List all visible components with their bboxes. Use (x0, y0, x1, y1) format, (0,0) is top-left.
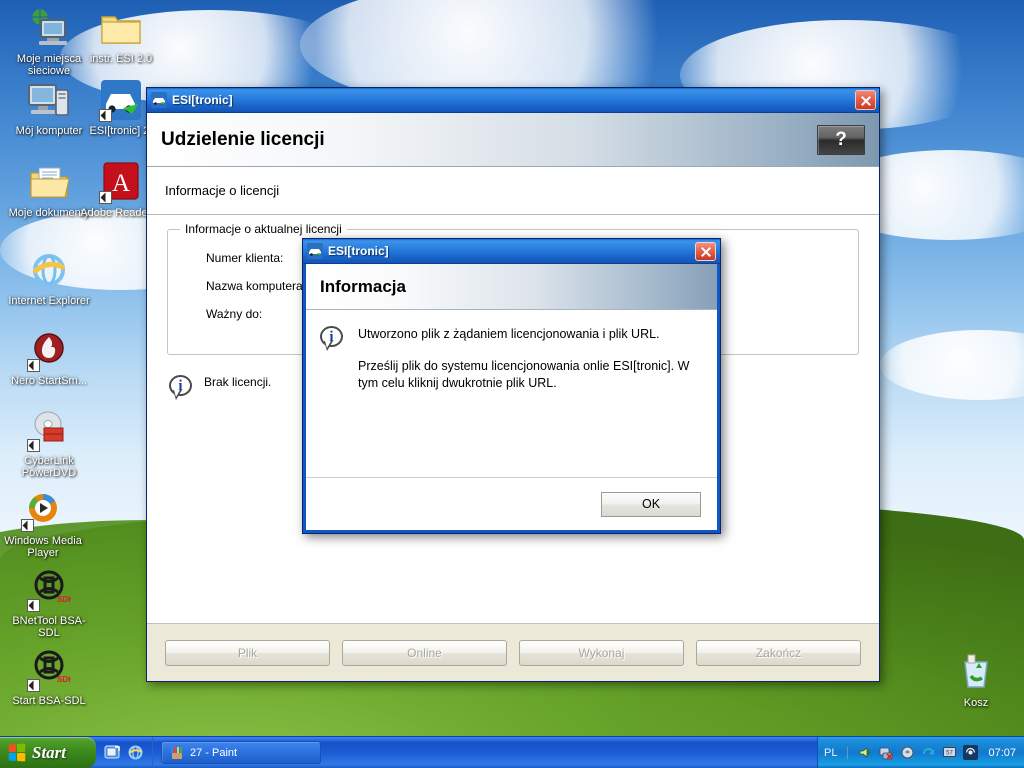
recycle-bin-icon (954, 650, 998, 694)
desktop-icon-label: Moje dokumenty (8, 207, 90, 219)
desktop[interactable]: Moje miejsca sieciowe instr. ESI 2.0 Mój k… (0, 0, 1024, 768)
desktop-icon-label: Start BSA-SDL (12, 695, 86, 707)
shortcut-arrow-icon (27, 359, 40, 372)
desktop-icon-my-documents[interactable]: Moje dokumenty (8, 160, 90, 219)
informacja-dialog[interactable]: ESI[tronic] Informacja Utworzono plik z … (302, 238, 721, 534)
dialog-title: ESI[tronic] (328, 244, 389, 258)
desktop-icon-windows-media-player[interactable]: Windows Media Player (2, 488, 84, 559)
main-window-title: ESI[tronic] (172, 93, 233, 107)
shortcut-arrow-icon (27, 599, 40, 612)
shortcut-arrow-icon (27, 439, 40, 452)
dialog-paragraph-1: Utworzono plik z żądaniem licencjonowani… (358, 327, 660, 341)
paint-icon (170, 746, 184, 760)
desktop-icon-my-computer[interactable]: Mój komputer (8, 78, 90, 137)
documents-folder-icon (27, 160, 71, 204)
display-icon[interactable]: 57 (942, 745, 957, 760)
dialog-footer: OK (306, 477, 717, 530)
groupbox-legend: Informacje o aktualnej licencji (180, 222, 347, 236)
shortcut-arrow-icon (27, 679, 40, 692)
desktop-icon-internet-explorer[interactable]: Internet Explorer (8, 248, 90, 307)
desktop-icon-label: CyberLink PowerDVD (21, 455, 77, 479)
desktop-icon-label: Internet Explorer (8, 295, 90, 307)
esitronic-car-icon (151, 92, 167, 108)
dialog-banner: Informacja (306, 264, 717, 310)
windows-logo-icon (8, 742, 27, 762)
esitronic-car-icon (307, 243, 323, 259)
info-icon (320, 326, 346, 352)
folder-icon (99, 6, 143, 50)
bosch-ring-icon: SDH (27, 648, 74, 692)
ok-button[interactable]: OK (601, 491, 701, 517)
quick-launch-bar[interactable] (96, 737, 153, 768)
shortcut-arrow-icon (99, 191, 112, 204)
system-tray[interactable]: PL 57 07:07 (817, 737, 1024, 768)
page-title: Udzielenie licencji (161, 128, 325, 150)
nero-flame-icon (27, 328, 71, 372)
taskbar[interactable]: Start 27 - Paint PL 57 07:07 (0, 736, 1024, 768)
svg-text:SDH: SDH (57, 675, 71, 684)
show-desktop-icon[interactable] (104, 744, 121, 761)
dialog-message: Utworzono plik z żądaniem licencjonowani… (358, 326, 699, 407)
task-paint[interactable]: 27 - Paint (161, 741, 321, 764)
network-disconnected-icon[interactable] (879, 745, 894, 760)
desktop-icon-label: BNetTool BSA-SDL (12, 615, 86, 639)
computer-icon (27, 78, 71, 122)
help-button[interactable]: ? (817, 124, 865, 155)
desktop-icon-label: Nero StartSm... (11, 375, 87, 387)
clock[interactable]: 07:07 (984, 747, 1016, 759)
desktop-icon-label: instr. ESI 2.0 (89, 53, 153, 65)
task-label: 27 - Paint (190, 746, 238, 759)
svg-text:57: 57 (947, 751, 954, 757)
online-button: Online (342, 639, 507, 666)
desktop-icon-bnettool-bsa-sdl[interactable]: SDH BNetTool BSA-SDL (8, 568, 90, 639)
svg-text:A: A (112, 170, 130, 197)
plik-button: Plik (165, 639, 330, 666)
desktop-icon-my-network-places[interactable]: Moje miejsca sieciowe (8, 6, 90, 77)
desktop-icon-cyberlink-powerdvd[interactable]: CyberLink PowerDVD (8, 408, 90, 479)
adobe-reader-icon: A (99, 160, 143, 204)
desktop-icon-label: Mój komputer (15, 125, 83, 137)
volume-icon[interactable] (858, 745, 873, 760)
network-computer-icon (27, 6, 71, 50)
desktop-icon-start-bsa-sdl[interactable]: SDH Start BSA-SDL (8, 648, 90, 707)
status-text: Brak licencji. (204, 375, 272, 389)
dialog-body: Utworzono plik z żądaniem licencjonowani… (306, 310, 717, 477)
shortcut-arrow-icon (21, 519, 34, 532)
shield-icon[interactable] (900, 745, 915, 760)
language-indicator[interactable]: PL (824, 746, 849, 759)
main-window-banner: Udzielenie licencji ? (147, 113, 879, 167)
task-button-area[interactable]: 27 - Paint (153, 737, 817, 768)
shortcut-arrow-icon (99, 109, 112, 122)
ie-globe-icon (27, 248, 71, 292)
dialog-paragraph-2: Prześlij plik do systemu licencjonowania… (358, 359, 690, 390)
svg-text:SDH: SDH (57, 595, 71, 604)
close-icon[interactable] (695, 241, 716, 261)
desktop-icon-instr-esi[interactable]: instr. ESI 2.0 (80, 6, 162, 65)
start-button[interactable]: Start (0, 737, 96, 768)
desktop-icon-label: Windows Media Player (4, 535, 82, 559)
desktop-icon-label: Moje miejsca sieciowe (16, 53, 82, 77)
dialog-titlebar[interactable]: ESI[tronic] (303, 239, 720, 264)
wmp-icon (21, 488, 65, 532)
desktop-icon-label: Kosz (963, 697, 989, 709)
dvd-disc-icon (27, 408, 71, 452)
main-window-button-bar[interactable]: Plik Online Wykonaj Zakończ (147, 623, 879, 681)
ie-globe-icon[interactable] (127, 744, 144, 761)
desktop-icon-nero-startsmart[interactable]: Nero StartSm... (8, 328, 90, 387)
desktop-icon-recycle-bin[interactable]: Kosz (935, 650, 1017, 709)
zakoncz-button: Zakończ (696, 639, 861, 666)
wykonaj-button: Wykonaj (519, 639, 684, 666)
main-window-titlebar[interactable]: ESI[tronic] (147, 88, 879, 113)
start-label: Start (32, 742, 67, 762)
dialog-heading: Informacja (320, 276, 406, 296)
section-subheading: Informacje o licencji (147, 167, 879, 215)
info-icon (169, 375, 195, 401)
wireless-icon[interactable] (963, 745, 979, 760)
bosch-ring-icon: SDH (27, 568, 74, 612)
close-icon[interactable] (855, 90, 876, 110)
sync-icon[interactable] (921, 745, 936, 760)
esitronic-car-icon (99, 78, 143, 122)
